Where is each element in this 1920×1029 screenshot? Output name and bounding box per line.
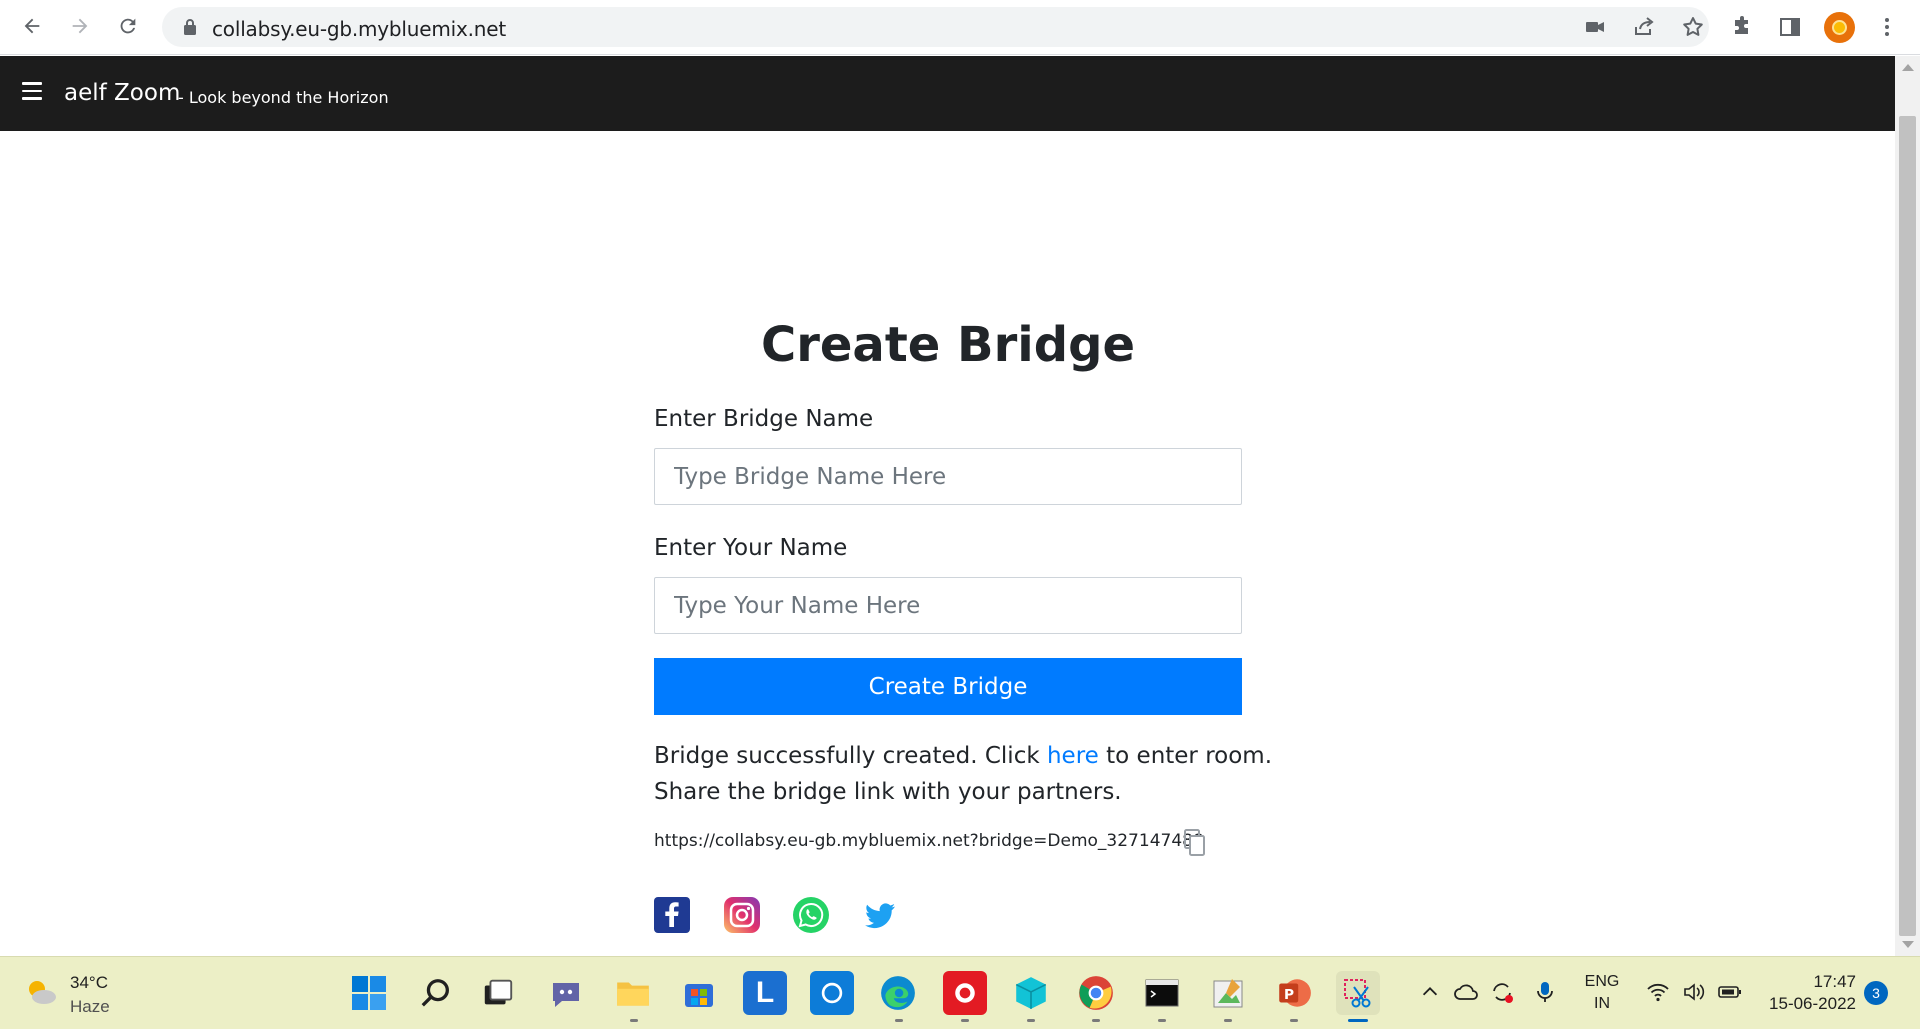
sync-icon[interactable]: [1489, 979, 1515, 1005]
share-icon[interactable]: [1632, 15, 1656, 39]
instagram-icon[interactable]: [724, 897, 760, 933]
taskbar-running-indicator: [630, 1019, 638, 1022]
taskbar-running-indicator: [895, 1019, 903, 1022]
scroll-thumb[interactable]: [1899, 116, 1916, 936]
language-indicator[interactable]: ENG IN: [1578, 971, 1626, 1015]
page-scrollbar[interactable]: [1895, 56, 1920, 956]
bridge-link-row: https://collabsy.eu-gb.mybluemix.net?bri…: [654, 828, 1254, 858]
weather-description[interactable]: Haze: [70, 997, 110, 1017]
lock-icon[interactable]: [182, 18, 198, 36]
edge-browser-icon[interactable]: [876, 971, 920, 1015]
notification-badge[interactable]: 3: [1864, 981, 1888, 1005]
success-text-end: to enter room.: [1098, 743, 1273, 769]
url-text[interactable]: collabsy.eu-gb.mybluemix.net: [212, 17, 506, 41]
app-navbar: aelf Zoom - Look beyond the Horizon: [0, 56, 1895, 131]
camera-icon[interactable]: [1583, 15, 1607, 39]
taskbar-running-indicator: [1027, 1019, 1035, 1022]
bridge-name-label: Enter Bridge Name: [654, 406, 874, 432]
star-icon[interactable]: [1681, 15, 1705, 39]
wifi-icon[interactable]: [1645, 979, 1671, 1005]
microsoft-store-icon[interactable]: [677, 971, 721, 1015]
microphone-icon[interactable]: [1532, 979, 1558, 1005]
your-name-label: Enter Your Name: [654, 535, 848, 561]
page-title: Create Bridge: [760, 317, 1136, 373]
paint-icon[interactable]: [1206, 971, 1250, 1015]
windows-taskbar: 34°C Haze L P ENG IN 17:47 15-06-2022 3: [0, 956, 1920, 1029]
whatsapp-icon[interactable]: [793, 897, 829, 933]
language-code: ENG: [1584, 973, 1620, 990]
scroll-up-arrow-icon[interactable]: [1902, 64, 1914, 71]
svg-text:P: P: [1284, 987, 1294, 1003]
cortana-icon[interactable]: [810, 971, 854, 1015]
success-message: Bridge successfully created. Click here …: [654, 738, 1274, 810]
teams-chat-icon[interactable]: [544, 971, 588, 1015]
share-instruction: Share the bridge link with your partners…: [654, 779, 1122, 805]
taskbar-running-indicator: [1224, 1019, 1232, 1022]
reload-icon[interactable]: [112, 10, 144, 42]
clock-time: 17:47: [1813, 972, 1856, 991]
task-view-icon[interactable]: [476, 971, 520, 1015]
create-bridge-button[interactable]: Create Bridge: [654, 658, 1242, 715]
scroll-down-arrow-icon[interactable]: [1902, 941, 1914, 948]
extensions-icon[interactable]: [1727, 12, 1757, 42]
social-share-row: [654, 897, 954, 933]
file-explorer-icon[interactable]: [611, 971, 655, 1015]
terminal-icon[interactable]: [1140, 971, 1184, 1015]
twitter-icon[interactable]: [862, 897, 898, 933]
region-code: IN: [1594, 995, 1610, 1012]
taskbar-active-indicator: [1348, 1019, 1368, 1022]
facebook-icon[interactable]: [654, 897, 690, 933]
powerpoint-icon[interactable]: P: [1272, 971, 1316, 1015]
taskbar-running-indicator: [1290, 1019, 1298, 1022]
copy-icon[interactable]: [1182, 828, 1208, 858]
taskbar-running-indicator: [961, 1019, 969, 1022]
weather-temperature[interactable]: 34°C: [70, 973, 108, 993]
taskbar-running-indicator: [1092, 1019, 1100, 1022]
forward-arrow-icon[interactable]: [64, 10, 96, 42]
success-text-start: Bridge successfully created. Click: [654, 743, 1047, 769]
address-bar[interactable]: collabsy.eu-gb.mybluemix.net: [162, 7, 1709, 47]
brand-name[interactable]: aelf Zoom: [64, 80, 180, 106]
battery-icon[interactable]: [1717, 979, 1743, 1005]
snipping-tool-icon[interactable]: [1336, 971, 1380, 1015]
taskbar-running-indicator: [1158, 1019, 1166, 1022]
l-app-icon[interactable]: L: [743, 971, 787, 1015]
screen-recorder-icon[interactable]: [943, 971, 987, 1015]
profile-avatar[interactable]: [1824, 12, 1855, 43]
enter-room-link[interactable]: here: [1047, 743, 1099, 769]
clock-date: 15-06-2022: [1769, 994, 1856, 1013]
bridge-link-text[interactable]: https://collabsy.eu-gb.mybluemix.net?bri…: [654, 831, 1204, 851]
volume-icon[interactable]: [1681, 979, 1707, 1005]
back-arrow-icon[interactable]: [16, 10, 48, 42]
browser-toolbar: collabsy.eu-gb.mybluemix.net: [0, 0, 1920, 55]
windows-start-icon[interactable]: [347, 971, 391, 1015]
side-panel-icon[interactable]: [1775, 12, 1805, 42]
your-name-input[interactable]: [654, 577, 1242, 634]
brand-tagline: - Look beyond the Horizon: [178, 88, 389, 107]
onedrive-cloud-icon[interactable]: [1453, 979, 1479, 1005]
bridge-name-input[interactable]: [654, 448, 1242, 505]
3d-viewer-icon[interactable]: [1009, 971, 1053, 1015]
search-icon[interactable]: [414, 971, 458, 1015]
menu-dots-icon[interactable]: [1872, 12, 1902, 42]
hamburger-menu-icon[interactable]: [22, 82, 42, 102]
weather-haze-icon[interactable]: [22, 973, 60, 1011]
chrome-browser-icon[interactable]: [1074, 971, 1118, 1015]
system-clock[interactable]: 17:47 15-06-2022: [1760, 971, 1856, 1015]
chevron-up-icon[interactable]: [1417, 979, 1443, 1005]
